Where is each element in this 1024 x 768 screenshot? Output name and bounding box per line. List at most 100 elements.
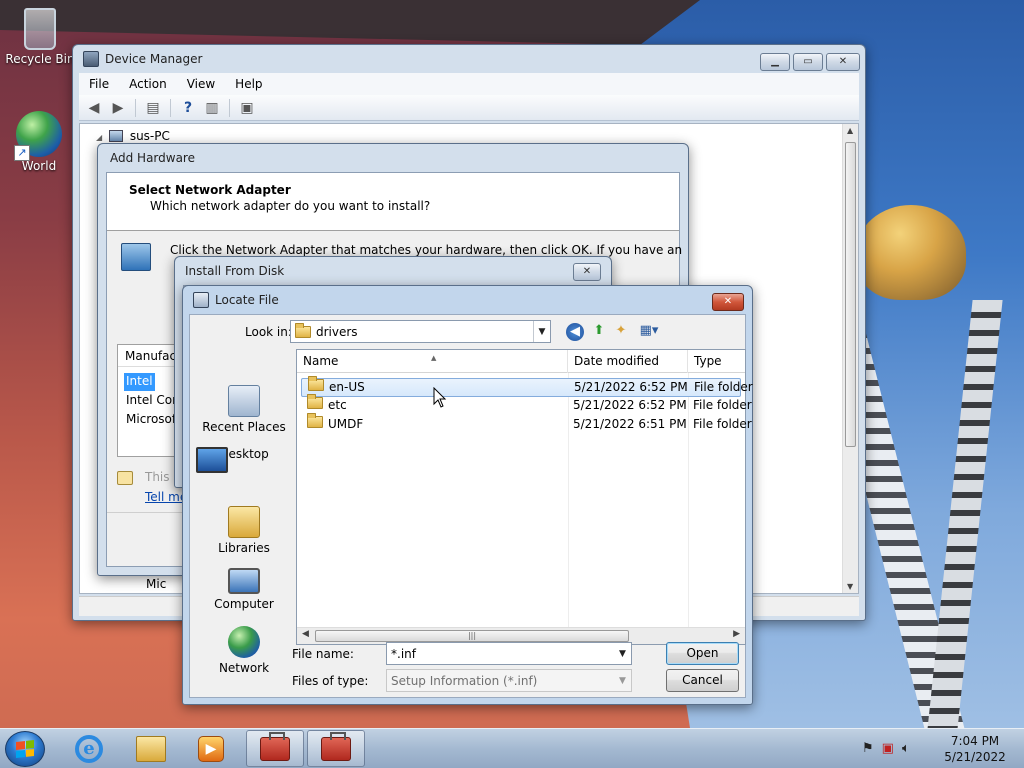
tree-item[interactable]: Mic xyxy=(146,577,166,591)
locate-file-icon xyxy=(193,292,209,308)
taskbar-media-player[interactable]: ▶ xyxy=(182,730,240,767)
desktop-icon-label: World xyxy=(21,159,57,173)
window-title: Install From Disk xyxy=(185,264,285,278)
file-date: 5/21/2022 6:51 PM xyxy=(573,417,687,431)
file-type-value: Setup Information (*.inf) xyxy=(391,673,538,688)
column-header-type[interactable]: Type xyxy=(688,350,746,373)
scroll-right-icon[interactable]: ▶ xyxy=(733,629,740,639)
tell-me-link[interactable]: Tell me xyxy=(145,490,187,504)
menu-action[interactable]: Action xyxy=(119,77,177,91)
file-type-label: Files of type: xyxy=(292,674,369,688)
wizard-header-subtitle: Which network adapter do you want to ins… xyxy=(150,199,431,213)
file-row-en-us[interactable]: en-US 5/21/2022 6:52 PM File folder xyxy=(301,376,753,397)
taskbar: e ▶ ⚑ ▣ 🔈︎ 7:04 PM 5/21/2022 xyxy=(0,728,1024,768)
place-label: Network xyxy=(218,661,270,675)
back-arrow-icon[interactable]: ◀ xyxy=(85,99,103,117)
look-in-combo[interactable]: drivers ▼ xyxy=(290,320,551,343)
title-bar[interactable]: Install From Disk xyxy=(175,257,611,285)
menu-view[interactable]: View xyxy=(177,77,225,91)
scrollbar-thumb[interactable]: ||| xyxy=(315,630,629,642)
place-recent-places[interactable]: Recent Places xyxy=(196,385,292,434)
toolbox-app-icon xyxy=(321,731,351,761)
volume-icon[interactable]: 🔈︎ xyxy=(902,741,910,756)
file-date: 5/21/2022 6:52 PM xyxy=(574,380,688,394)
look-in-value: drivers xyxy=(316,324,358,339)
open-button[interactable]: Open xyxy=(666,642,739,665)
window-title: Locate File xyxy=(215,293,279,307)
place-computer[interactable]: Computer xyxy=(196,568,292,611)
show-hide-tree-icon[interactable]: ▥ xyxy=(203,99,221,117)
folder-icon xyxy=(307,413,323,428)
file-row-umdf[interactable]: UMDF 5/21/2022 6:51 PM File folder xyxy=(301,413,752,435)
title-bar[interactable]: Locate File xyxy=(183,286,752,314)
internet-explorer-icon: e xyxy=(75,734,103,763)
locate-file-dialog: Locate File ✕ Look in: drivers ▼ ◀ ⬆ ✦ ▦… xyxy=(182,285,753,705)
minimize-button[interactable]: ▁ xyxy=(760,53,790,71)
dialog-body: Look in: drivers ▼ ◀ ⬆ ✦ ▦▾ Recent Place… xyxy=(189,314,753,698)
scrollbar-thumb[interactable] xyxy=(845,142,856,447)
file-name-value: *.inf xyxy=(391,646,416,661)
properties-icon[interactable]: ▤ xyxy=(144,99,162,117)
manufacturer-item-intel[interactable]: Intel xyxy=(124,373,155,391)
libraries-icon xyxy=(228,506,260,538)
column-header-label: Date modified xyxy=(574,354,660,368)
collapse-icon[interactable]: ◢ xyxy=(96,133,102,142)
chevron-down-icon[interactable]: ▼ xyxy=(614,643,631,664)
file-name: etc xyxy=(328,398,347,412)
desktop-icon-recycle-bin[interactable]: Recycle Bin xyxy=(2,8,78,66)
toolbar-separator xyxy=(170,98,171,117)
view-menu-icon[interactable]: ▦▾ xyxy=(636,322,662,340)
title-bar[interactable]: Device Manager xyxy=(73,45,865,73)
chevron-down-icon: ▼ xyxy=(619,675,626,686)
cancel-button[interactable]: Cancel xyxy=(666,669,739,692)
action-center-flag-icon[interactable]: ⚑ xyxy=(862,741,874,756)
chevron-down-icon[interactable]: ▼ xyxy=(533,321,550,342)
file-list[interactable]: ▲ Name Date modified Type en-US 5/21/202… xyxy=(296,349,753,645)
file-date: 5/21/2022 6:52 PM xyxy=(573,398,687,412)
network-status-icon[interactable]: ▣ xyxy=(882,741,894,756)
desktop-icon-label: Recycle Bin xyxy=(5,52,75,66)
start-button[interactable] xyxy=(5,731,45,767)
close-button[interactable]: ✕ xyxy=(573,263,601,281)
file-type: File folder xyxy=(693,398,752,412)
file-row-etc[interactable]: etc 5/21/2022 6:52 PM File folder xyxy=(301,394,752,416)
file-type: File folder xyxy=(693,417,752,431)
close-button[interactable]: ✕ xyxy=(826,53,860,71)
folder-icon xyxy=(308,376,324,391)
back-navigation-icon[interactable]: ◀ xyxy=(566,323,584,341)
help-icon[interactable]: ? xyxy=(179,99,197,117)
file-list-header: ▲ Name Date modified Type xyxy=(297,350,745,373)
wizard-instruction: Click the Network Adapter that matches y… xyxy=(170,243,683,257)
place-desktop[interactable]: Desktop xyxy=(196,447,292,473)
globe-shortcut-icon: ↗ xyxy=(14,111,62,161)
maximize-button[interactable]: ▭ xyxy=(793,53,823,71)
system-clock[interactable]: 7:04 PM 5/21/2022 xyxy=(940,733,1010,765)
place-libraries[interactable]: Libraries xyxy=(196,506,292,555)
taskbar-internet-explorer[interactable]: e xyxy=(60,730,118,767)
place-label: Libraries xyxy=(218,541,270,555)
vertical-scrollbar[interactable]: ▲ ▼ xyxy=(842,124,858,593)
desktop-icon-world[interactable]: ↗ World xyxy=(1,111,77,173)
place-network[interactable]: Network xyxy=(196,626,292,675)
windows-logo-icon xyxy=(16,740,34,758)
taskbar-add-hardware[interactable] xyxy=(307,730,365,767)
menu-file[interactable]: File xyxy=(79,77,119,91)
network-icon xyxy=(228,626,260,658)
up-one-level-icon[interactable]: ⬆ xyxy=(590,322,608,340)
new-folder-icon[interactable]: ✦ xyxy=(612,322,630,340)
file-type: File folder xyxy=(694,380,753,394)
tree-root[interactable]: ◢ sus-PC xyxy=(96,129,170,143)
taskbar-device-manager[interactable] xyxy=(246,730,304,767)
title-bar[interactable]: Add Hardware xyxy=(98,144,688,172)
file-name-input[interactable]: *.inf ▼ xyxy=(386,642,632,665)
column-header-date[interactable]: Date modified xyxy=(568,350,688,373)
scroll-left-icon[interactable]: ◀ xyxy=(302,629,309,639)
places-bar: Recent Places Desktop Libraries Computer… xyxy=(196,349,292,675)
menu-help[interactable]: Help xyxy=(225,77,272,91)
column-header-name[interactable]: ▲ Name xyxy=(297,350,568,373)
wallpaper-ceiling xyxy=(0,0,700,45)
scan-hardware-icon[interactable]: ▣ xyxy=(238,99,256,117)
forward-arrow-icon[interactable]: ▶ xyxy=(109,99,127,117)
close-button[interactable]: ✕ xyxy=(712,293,744,311)
taskbar-windows-explorer[interactable] xyxy=(122,730,180,767)
